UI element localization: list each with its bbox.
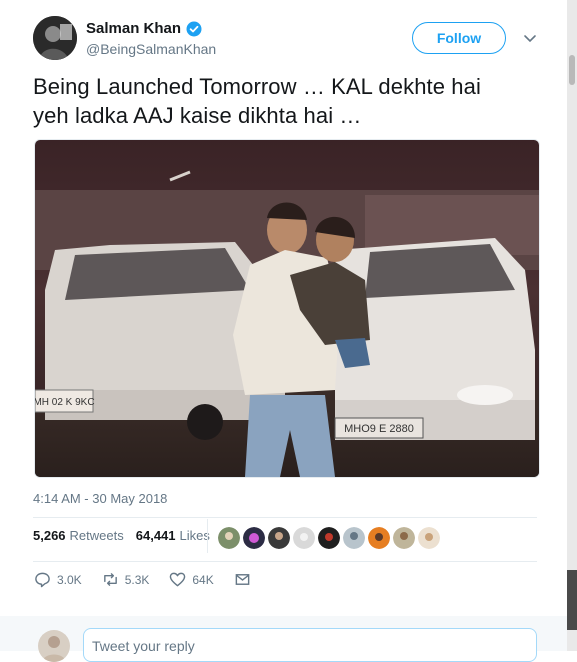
reply-count: 3.0K bbox=[57, 572, 82, 587]
stats-separator bbox=[207, 519, 208, 553]
chevron-down-icon[interactable] bbox=[522, 30, 538, 46]
left-plate-text: MH 02 K 9KC bbox=[35, 397, 95, 408]
tweet-text: Being Launched Tomorrow … KAL dekhte hai… bbox=[33, 72, 543, 130]
reply-input[interactable]: Tweet your reply bbox=[83, 628, 537, 662]
scrollbar-edge bbox=[567, 570, 577, 630]
liker-avatar[interactable] bbox=[318, 527, 340, 549]
mail-icon bbox=[235, 574, 250, 585]
likes-count: 64,441 bbox=[135, 528, 176, 543]
likes-label: Likes bbox=[179, 528, 210, 543]
liker-avatar[interactable] bbox=[343, 527, 365, 549]
retweets-stat[interactable]: 5,266 Retweets bbox=[33, 528, 124, 543]
tweet-text-line: Being Launched Tomorrow … KAL dekhte hai bbox=[33, 74, 481, 99]
liker-avatar[interactable] bbox=[293, 527, 315, 549]
scrollbar-thumb[interactable] bbox=[569, 55, 575, 85]
heart-icon bbox=[170, 572, 186, 587]
retweet-icon bbox=[103, 573, 117, 586]
tweet-timestamp[interactable]: 4:14 AM - 30 May 2018 bbox=[33, 491, 167, 506]
reply-avatar bbox=[38, 630, 70, 662]
name-row: Salman Khan bbox=[86, 20, 202, 37]
display-name[interactable]: Salman Khan bbox=[86, 20, 181, 37]
liker-avatar[interactable] bbox=[368, 527, 390, 549]
tweet-photo[interactable]: MH 02 K 9KC MHO9 E 2880 bbox=[34, 139, 540, 478]
reply-action[interactable]: 3.0K bbox=[34, 571, 82, 588]
message-action[interactable] bbox=[234, 571, 257, 588]
avatar[interactable] bbox=[33, 16, 77, 60]
like-action[interactable]: 64K bbox=[169, 571, 214, 588]
likes-stat[interactable]: 64,441 Likes bbox=[136, 528, 210, 543]
verified-badge-icon bbox=[186, 21, 202, 37]
scrollbar-track[interactable] bbox=[567, 0, 577, 651]
retweet-count: 5.3K bbox=[124, 572, 150, 587]
divider bbox=[33, 561, 537, 562]
tweet-stats: 5,266 Retweets 64,441 Likes bbox=[33, 528, 222, 543]
retweets-count: 5,266 bbox=[33, 528, 66, 543]
tweet-actions: 3.0K 5.3K 64K bbox=[34, 571, 277, 588]
tweet-text-line: yeh ladka AAJ kaise dikhta hai … bbox=[33, 103, 362, 128]
liker-avatar[interactable] bbox=[418, 527, 440, 549]
liker-avatar[interactable] bbox=[393, 527, 415, 549]
divider bbox=[33, 517, 537, 518]
liker-avatar[interactable] bbox=[218, 527, 240, 549]
right-plate-text: MHO9 E 2880 bbox=[344, 423, 414, 435]
retweets-label: Retweets bbox=[69, 528, 124, 543]
retweet-action[interactable]: 5.3K bbox=[102, 571, 150, 588]
reply-icon bbox=[35, 572, 50, 588]
liker-avatar[interactable] bbox=[243, 527, 265, 549]
user-handle[interactable]: @BeingSalmanKhan bbox=[86, 41, 216, 57]
liker-avatars bbox=[218, 527, 440, 549]
liker-avatar[interactable] bbox=[268, 527, 290, 549]
follow-button[interactable]: Follow bbox=[412, 22, 506, 54]
like-count: 64K bbox=[192, 572, 214, 587]
